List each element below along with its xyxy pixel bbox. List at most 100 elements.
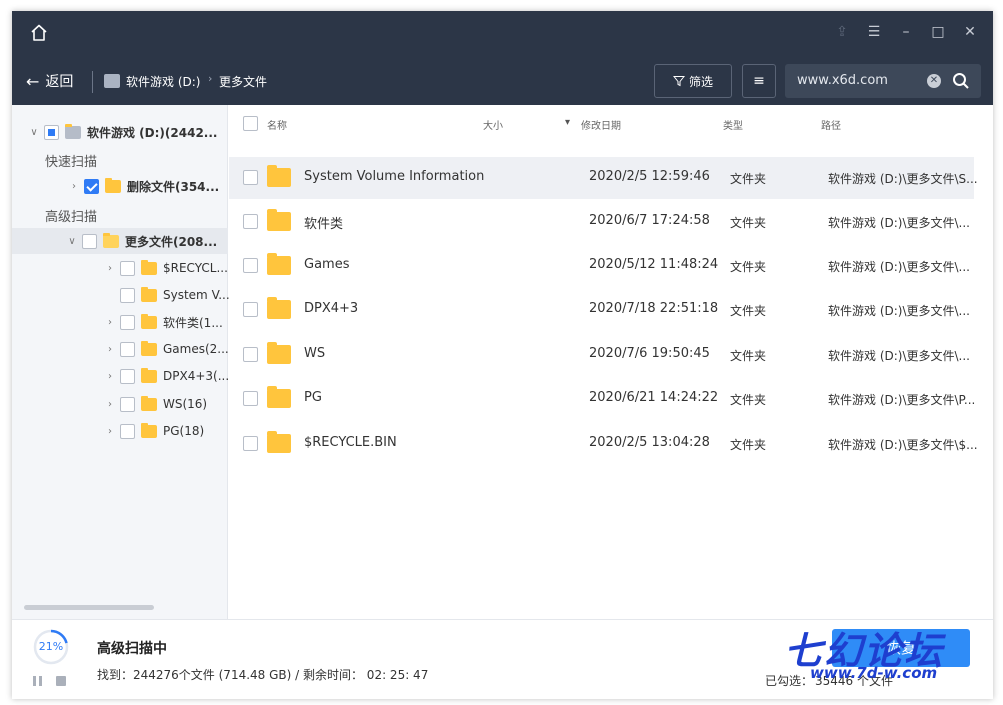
table-row[interactable]: DPX4+3 2020/7/18 22:51:18 文件夹 软件游戏 (D:)\…	[229, 289, 974, 331]
row-checkbox[interactable]	[243, 391, 258, 406]
watermark-url: www.7d-w.com	[810, 664, 938, 682]
table-row[interactable]: $RECYCLE.BIN 2020/2/5 13:04:28 文件夹 软件游戏 …	[229, 423, 978, 465]
tree-item[interactable]: › 软件类(1...	[104, 309, 223, 335]
tree-checkbox[interactable]	[120, 423, 135, 439]
column-header-path[interactable]: 路径	[821, 117, 841, 132]
row-path: 软件游戏 (D:)\更多文件\...	[828, 216, 970, 230]
row-checkbox[interactable]	[243, 302, 258, 317]
progress-percent: 21%	[38, 640, 64, 653]
chevron-down-icon[interactable]: ∨	[28, 127, 40, 138]
tree-checkbox[interactable]	[120, 314, 135, 330]
tree-item[interactable]: › Games(2...	[104, 336, 229, 362]
column-header-size[interactable]: 大小	[483, 117, 503, 132]
column-header-date[interactable]: 修改日期	[581, 117, 621, 132]
more-files-checkbox[interactable]	[82, 233, 97, 249]
table-row[interactable]: Games 2020/5/12 11:48:24 文件夹 软件游戏 (D:)\更…	[229, 245, 974, 287]
minimize-icon[interactable]: –	[897, 23, 915, 41]
tree-item[interactable]: System V...	[104, 282, 230, 308]
tree-root[interactable]: ∨ 软件游戏 (D:)(2442...	[28, 119, 217, 145]
sidebar-horizontal-scrollbar[interactable]	[18, 603, 222, 611]
folder-icon	[267, 342, 291, 364]
row-type: 文件夹	[730, 349, 767, 363]
row-checkbox[interactable]	[243, 347, 258, 362]
tree-item-label: PG(18)	[163, 424, 205, 438]
export-icon[interactable]: ⇪	[833, 23, 851, 41]
scan-status-info: 找到：244276个文件 (714.48 GB) / 剩余时间： 02: 25:…	[97, 668, 429, 682]
back-button[interactable]: ← 返回	[26, 71, 73, 91]
tree-item[interactable]: › PG(18)	[104, 418, 204, 444]
view-menu-button[interactable]: ≡	[742, 64, 776, 98]
deleted-checkbox[interactable]	[84, 178, 99, 194]
tree-item-more-files-label: 更多文件(208...	[125, 234, 218, 249]
stop-icon[interactable]	[56, 676, 66, 686]
row-type: 文件夹	[730, 260, 767, 274]
tree-item[interactable]: › WS(16)	[104, 391, 207, 417]
tree-item-more-files[interactable]: ∨ 更多文件(208...	[12, 228, 228, 254]
breadcrumb-folder[interactable]: 更多文件	[219, 73, 267, 90]
row-path: 软件游戏 (D:)\更多文件\P...	[828, 393, 976, 407]
chevron-right-icon[interactable]: ›	[104, 426, 116, 437]
tree-item[interactable]: › DPX4+3(...	[104, 363, 229, 389]
chevron-right-icon[interactable]: ›	[104, 317, 116, 328]
maximize-icon[interactable]: □	[929, 23, 947, 41]
row-name: $RECYCLE.BIN	[304, 435, 397, 450]
folder-icon	[141, 286, 157, 302]
search-icon[interactable]	[951, 71, 971, 91]
chevron-right-icon[interactable]: ›	[104, 399, 116, 410]
row-type: 文件夹	[730, 438, 767, 452]
row-type: 文件夹	[730, 172, 767, 186]
row-path: 软件游戏 (D:)\更多文件\S...	[828, 172, 978, 186]
list-icon: ≡	[753, 73, 765, 89]
table-row[interactable]: System Volume Information 2020/2/5 12:59…	[229, 157, 978, 199]
search-input[interactable]: www.x6d.com	[797, 73, 888, 88]
row-checkbox[interactable]	[243, 258, 258, 273]
tree-item-deleted[interactable]: › 删除文件(354...	[68, 173, 219, 199]
chevron-right-icon[interactable]: ›	[68, 181, 80, 192]
close-icon[interactable]: ✕	[961, 23, 979, 41]
sort-desc-icon[interactable]: ▾	[565, 117, 570, 128]
tree-checkbox[interactable]	[120, 368, 135, 384]
tree-checkbox[interactable]	[120, 341, 135, 357]
folder-icon	[267, 431, 291, 453]
table-row[interactable]: 软件类 2020/6/7 17:24:58 文件夹 软件游戏 (D:)\更多文件…	[229, 201, 974, 243]
filter-button[interactable]: 筛选	[654, 64, 732, 98]
row-checkbox[interactable]	[243, 436, 258, 451]
tree-checkbox[interactable]	[120, 260, 135, 276]
tree-item-label: 软件类(1...	[163, 315, 223, 330]
table-row[interactable]: WS 2020/7/6 19:50:45 文件夹 软件游戏 (D:)\更多文件\…	[229, 334, 974, 376]
row-checkbox[interactable]	[243, 170, 258, 185]
row-checkbox[interactable]	[243, 214, 258, 229]
row-path: 软件游戏 (D:)\更多文件\$...	[828, 438, 978, 452]
row-date: 2020/6/21 14:24:22	[589, 390, 719, 405]
pause-icon[interactable]	[33, 676, 43, 686]
menu-icon[interactable]: ☰	[865, 23, 883, 41]
drive-icon	[104, 74, 120, 88]
column-header-name[interactable]: 名称	[267, 117, 287, 132]
tree-checkbox[interactable]	[120, 287, 135, 303]
root-checkbox[interactable]	[44, 124, 59, 140]
chevron-down-icon[interactable]: ∨	[66, 236, 78, 247]
row-path: 软件游戏 (D:)\更多文件\...	[828, 260, 970, 274]
app-window: ⇪ ☰ – □ ✕ ← 返回 软件游戏 (D:) › 更多文件 筛选 ≡ www…	[12, 11, 993, 699]
filter-icon	[672, 76, 685, 87]
tree-item[interactable]: › $RECYCL...	[104, 255, 228, 281]
table-row[interactable]: PG 2020/6/21 14:24:22 文件夹 软件游戏 (D:)\更多文件…	[229, 378, 976, 420]
chevron-right-icon[interactable]: ›	[104, 371, 116, 382]
chevron-right-icon[interactable]: ›	[104, 263, 116, 274]
scrollbar-thumb[interactable]	[24, 605, 154, 610]
tree-item-label: WS(16)	[163, 397, 208, 411]
column-header-type[interactable]: 类型	[723, 117, 743, 132]
folder-icon	[141, 367, 157, 383]
row-path: 软件游戏 (D:)\更多文件\...	[828, 304, 970, 318]
watermark-logo: 七幻论坛 www.7d-w.com	[784, 620, 954, 690]
breadcrumb-drive[interactable]: 软件游戏 (D:)	[126, 73, 200, 90]
chevron-right-icon[interactable]: ›	[104, 344, 116, 355]
clear-search-icon[interactable]: ✕	[927, 74, 941, 88]
row-type: 文件夹	[730, 216, 767, 230]
home-icon[interactable]	[29, 23, 49, 43]
back-label: 返回	[45, 74, 74, 90]
row-date: 2020/2/5 13:04:28	[589, 435, 710, 450]
select-all-checkbox[interactable]	[243, 116, 258, 131]
tree-checkbox[interactable]	[120, 396, 135, 412]
search-box[interactable]: www.x6d.com ✕	[785, 64, 981, 98]
